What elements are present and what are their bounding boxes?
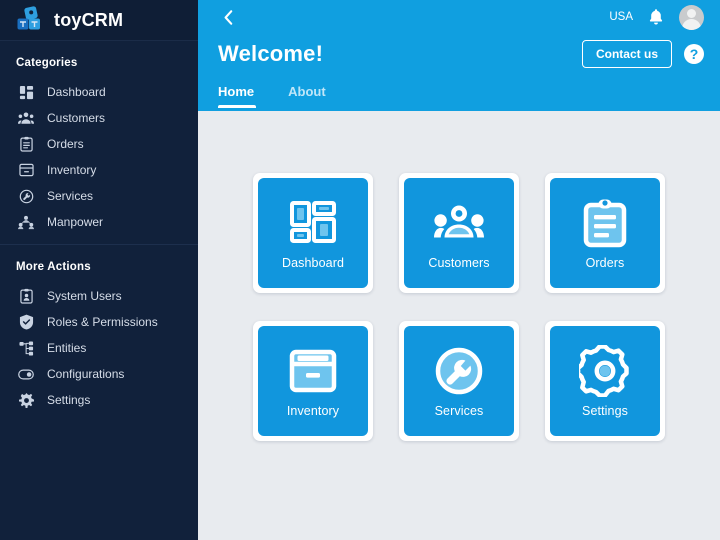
tile-inner: Dashboard — [258, 178, 368, 288]
box-icon — [16, 160, 36, 180]
sidebar-item-manpower[interactable]: Manpower — [0, 209, 198, 235]
sidebar-item-label: Roles & Permissions — [47, 315, 158, 329]
toy-blocks-logo-icon — [14, 5, 44, 35]
gear-icon — [16, 390, 36, 410]
avatar-body — [682, 18, 701, 30]
contact-us-button[interactable]: Contact us — [581, 40, 672, 68]
tile-inventory[interactable]: Inventory — [253, 321, 373, 441]
sidebar-section-title-more-actions: More Actions — [16, 261, 91, 273]
sidebar-item-roles-permissions[interactable]: Roles & Permissions — [0, 309, 198, 335]
tab-about[interactable]: About — [272, 84, 342, 108]
sidebar-item-customers[interactable]: Customers — [0, 105, 198, 131]
tile-inner: Services — [404, 326, 514, 436]
manpower-network-icon — [16, 212, 36, 232]
tile-grid: Dashboard Customers Orders Inventory Ser… — [198, 111, 720, 441]
sidebar: toyCRM Categories Dashboard Customers Or… — [0, 0, 198, 540]
help-question-icon[interactable]: ? — [684, 44, 704, 64]
header-actions: Contact us ? — [581, 40, 704, 68]
app-window: toyCRM Categories Dashboard Customers Or… — [0, 0, 720, 540]
sidebar-item-settings[interactable]: Settings — [0, 387, 198, 413]
tile-inner: Inventory — [258, 326, 368, 436]
sidebar-item-label: Inventory — [47, 163, 97, 177]
dashboard-grid-icon — [16, 82, 36, 102]
page-title: Welcome! — [218, 41, 324, 66]
content-area: Dashboard Customers Orders Inventory Ser… — [198, 111, 720, 540]
wrench-circle-icon — [432, 344, 486, 398]
sidebar-item-system-users[interactable]: System Users — [0, 283, 198, 309]
avatar-head — [687, 8, 696, 18]
page-header: USA Welcome! Contact us ? Home About — [198, 0, 720, 111]
people-group-icon — [432, 196, 486, 250]
tile-label: Customers — [428, 256, 490, 270]
id-badge-icon — [16, 286, 36, 306]
clipboard-icon — [16, 134, 36, 154]
tile-dashboard[interactable]: Dashboard — [253, 173, 373, 293]
sidebar-item-inventory[interactable]: Inventory — [0, 157, 198, 183]
user-avatar[interactable] — [679, 4, 704, 30]
sidebar-item-label: Customers — [47, 111, 106, 125]
sidebar-section-title-categories: Categories — [16, 57, 78, 69]
sidebar-item-dashboard[interactable]: Dashboard — [0, 79, 198, 105]
tile-inner: Customers — [404, 178, 514, 288]
tile-settings[interactable]: Settings — [545, 321, 665, 441]
sidebar-item-label: Services — [47, 189, 94, 203]
header-tabs: Home About — [218, 74, 704, 108]
tile-label: Settings — [582, 404, 628, 418]
sitemap-icon — [16, 338, 36, 358]
box-icon — [286, 344, 340, 398]
sidebar-item-label: Entities — [47, 341, 87, 355]
toggle-switch-icon — [16, 364, 36, 384]
tile-services[interactable]: Services — [399, 321, 519, 441]
header-top-right: USA — [609, 4, 704, 30]
chevron-left-icon[interactable] — [218, 7, 238, 27]
sidebar-item-label: System Users — [47, 289, 122, 303]
gear-icon — [578, 344, 632, 398]
sidebar-item-label: Manpower — [47, 215, 104, 229]
tile-label: Services — [434, 404, 484, 418]
people-group-icon — [16, 108, 36, 128]
sidebar-item-label: Orders — [47, 137, 84, 151]
sidebar-item-services[interactable]: Services — [0, 183, 198, 209]
wrench-circle-icon — [16, 186, 36, 206]
sidebar-item-label: Dashboard — [47, 85, 106, 99]
sidebar-item-orders[interactable]: Orders — [0, 131, 198, 157]
sidebar-item-label: Settings — [47, 393, 91, 407]
sidebar-nav-more-actions: System Users Roles & Permissions Entitie… — [0, 283, 198, 413]
brand-header[interactable]: toyCRM — [0, 0, 198, 41]
clipboard-icon — [578, 196, 632, 250]
tile-label: Dashboard — [281, 256, 345, 270]
tab-home[interactable]: Home — [218, 84, 264, 108]
tile-inner: Orders — [550, 178, 660, 288]
notification-bell-icon[interactable] — [647, 8, 665, 26]
tile-label: Orders — [585, 256, 625, 270]
header-title-row: Welcome! Contact us ? — [218, 34, 704, 74]
tile-label: Inventory — [286, 404, 340, 418]
sidebar-item-configurations[interactable]: Configurations — [0, 361, 198, 387]
header-top-bar: USA — [218, 0, 704, 34]
tile-inner: Settings — [550, 326, 660, 436]
locale-selector[interactable]: USA — [609, 11, 633, 23]
shield-check-icon — [16, 312, 36, 332]
brand-name: toyCRM — [54, 9, 124, 30]
tile-customers[interactable]: Customers — [399, 173, 519, 293]
dashboard-grid-icon — [286, 196, 340, 250]
tile-orders[interactable]: Orders — [545, 173, 665, 293]
sidebar-item-entities[interactable]: Entities — [0, 335, 198, 361]
sidebar-item-label: Configurations — [47, 367, 125, 381]
sidebar-nav-categories: Dashboard Customers Orders Inventory Ser… — [0, 79, 198, 235]
main-column: USA Welcome! Contact us ? Home About Das… — [198, 0, 720, 540]
